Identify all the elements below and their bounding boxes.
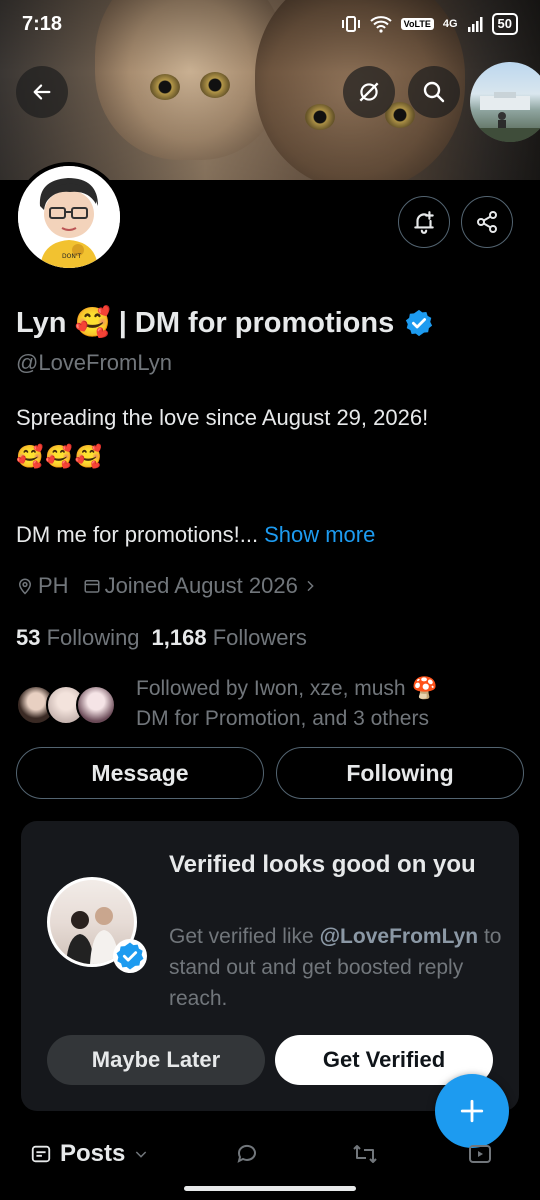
bell-plus-icon [414,211,434,234]
replies-icon[interactable] [235,1142,259,1166]
show-more-link[interactable]: Show more [264,522,375,547]
grok-button[interactable] [343,66,395,118]
following-label: Following [46,625,140,650]
profile-meta: PH Joined August 2026 [16,573,318,599]
vibrate-icon [341,16,360,32]
tab-posts-label: Posts [60,1140,126,1167]
battery-indicator: 50 [491,13,518,35]
grok-icon [359,82,379,102]
avatar-cartoon: DON'T [18,166,120,268]
verified-badge-icon[interactable] [404,308,434,338]
follower-avatar [76,685,116,725]
smiling-hearts-emoji: 🥰 [45,444,73,469]
followed-by-text: Followed by Iwon, xze, mush 🍄 DM for Pro… [136,674,438,734]
reposts-icon[interactable] [352,1142,378,1166]
svg-text:DON'T: DON'T [62,253,81,260]
promo-title: Verified looks good on you [169,851,476,878]
status-bar: 7:18 VoLTE 4G 50 [0,0,540,48]
followed-by-line-2: DM for Promotion, and 3 others [136,707,429,730]
following-count-link[interactable]: 53 Following [16,625,140,651]
bio-emojis: 🥰 🥰 🥰 [16,444,102,470]
message-button[interactable]: Message [16,747,264,799]
followers-count: 1,168 [151,625,207,650]
posts-icon [31,1145,51,1163]
verified-promo-card: Verified looks good on you Get verified … [21,821,519,1111]
profile-name: Lyn 🥰 | DM for promotions [16,307,395,339]
maybe-later-button[interactable]: Maybe Later [47,1035,265,1085]
back-button[interactable] [16,66,68,118]
more-photo-thumbnail[interactable] [470,62,540,142]
following-count: 53 [16,625,41,650]
bio-line-2: DM me for promotions!... Show more [16,522,375,548]
promo-desc-prefix: Get verified like [169,925,314,948]
promo-desc-handle: @LoveFromLyn [319,925,479,948]
joined-date[interactable]: Joined August 2026 [83,573,318,599]
joined-text: Joined August 2026 [104,573,298,598]
status-time: 7:18 [22,12,63,35]
followed-by-avatars [16,681,126,727]
followers-count-link[interactable]: 1,168 Followers [152,625,307,651]
promo-description: Get verified like @LoveFromLyn to stand … [169,921,509,1014]
profile-handle: @LoveFromLyn [16,350,173,375]
followed-by-line-1: Followed by Iwon, xze, mush 🍄 [136,677,438,700]
chevron-right-icon [307,580,314,592]
smiling-hearts-emoji: 🥰 [16,444,44,469]
notifications-button[interactable] [398,196,450,248]
signal-icon [467,17,483,32]
smiling-hearts-emoji: 🥰 [74,444,103,469]
following-button[interactable]: Following [276,747,524,799]
media-icon[interactable] [468,1142,492,1166]
bio-line-2-text: DM me for promotions!... [16,522,259,547]
location-text: PH [38,573,69,598]
calendar-icon [84,580,100,593]
share-button[interactable] [461,196,513,248]
home-indicator[interactable] [184,1186,356,1191]
profile-tab-bar: Posts [0,1130,540,1180]
share-icon [477,211,497,233]
chevron-down-icon [136,1151,147,1158]
network-type: 4G [442,18,458,30]
wifi-icon [370,16,392,33]
plus-icon [460,1099,484,1123]
search-button[interactable] [408,66,460,118]
status-icons: VoLTE 4G 50 [341,13,518,35]
search-icon [423,81,445,103]
profile-avatar[interactable]: DON'T [14,162,124,272]
profile-name-row: Lyn 🥰 | DM for promotions [16,306,434,340]
volte-badge: VoLTE [400,18,434,30]
verified-badge-icon [113,939,147,973]
tab-posts[interactable]: Posts [30,1140,149,1168]
arrow-left-icon [33,84,51,100]
follow-counts: 53 Following 1,168 Followers [16,625,307,651]
followers-label: Followers [212,625,307,650]
location: PH [16,573,69,599]
photo-figure [470,92,540,142]
location-pin-icon [18,578,32,595]
followed-by[interactable]: Followed by Iwon, xze, mush 🍄 DM for Pro… [16,674,438,734]
bio-line-1: Spreading the love since August 29, 2026… [16,405,429,430]
